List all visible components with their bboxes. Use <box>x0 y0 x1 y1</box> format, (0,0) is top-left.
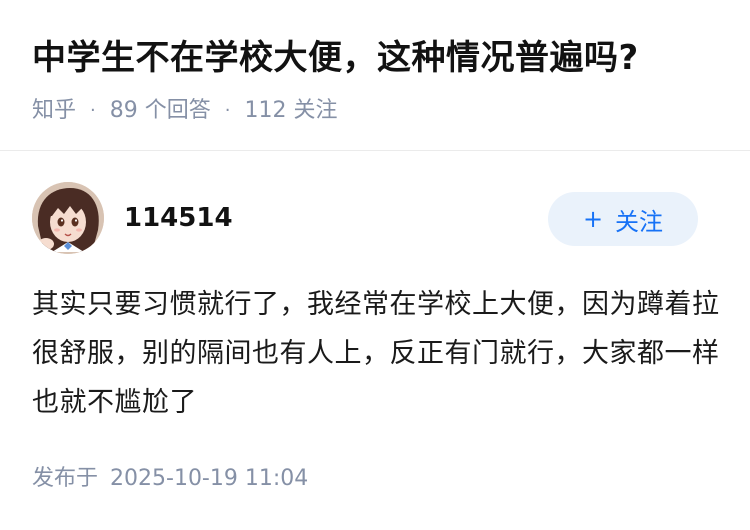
avatar-image <box>32 182 104 254</box>
site-name[interactable]: 知乎 <box>32 94 76 128</box>
avatar[interactable] <box>32 182 104 254</box>
question-title[interactable]: 中学生不在学校大便，这种情况普遍吗? <box>32 28 722 88</box>
divider <box>0 150 750 151</box>
author-name[interactable]: 114514 <box>124 200 233 236</box>
answer-content: 其实只要习惯就行了，我经常在学校上大便，因为蹲着拉很舒服，别的隔间也有人上，反正… <box>32 289 720 418</box>
publish-time: 2025-10-19 11:04 <box>110 466 309 491</box>
follower-count[interactable]: 112 关注 <box>244 94 337 128</box>
follow-button-label: 关注 <box>615 207 664 236</box>
answer-count[interactable]: 89 个回答 <box>110 94 211 128</box>
answer-author-row: 114514 + 关注 <box>32 182 698 254</box>
publish-info: 发布于 2025-10-19 11:04 <box>32 462 308 496</box>
plus-icon: + <box>582 205 604 233</box>
question-header: 中学生不在学校大便，这种情况普遍吗? 知乎 · 89 个回答 · 112 关注 <box>32 28 722 128</box>
publish-label: 发布于 <box>32 466 99 491</box>
meta-separator: · <box>90 100 96 121</box>
follow-button[interactable]: + 关注 <box>548 192 698 246</box>
meta-separator: · <box>224 100 231 121</box>
question-meta: 知乎 · 89 个回答 · 112 关注 <box>32 94 722 128</box>
